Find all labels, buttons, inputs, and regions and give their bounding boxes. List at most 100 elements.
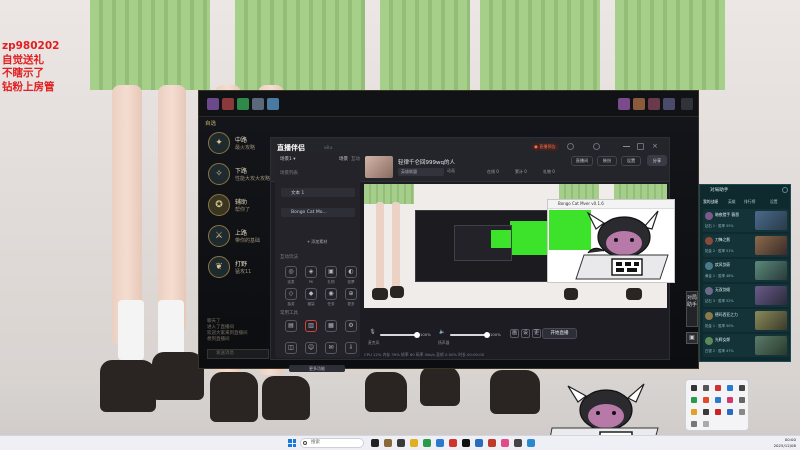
taskbar-app-icon[interactable]	[475, 439, 483, 447]
tray-app-icon[interactable]	[727, 385, 733, 391]
tray-app-icon[interactable]	[691, 421, 697, 427]
champion-icon[interactable]	[648, 98, 660, 110]
taskbar-app-icon[interactable]	[449, 439, 457, 447]
tool-tile-icon[interactable]: ◫	[285, 342, 297, 354]
message-icon[interactable]	[593, 143, 600, 150]
taskbar-app-icon[interactable]	[462, 439, 470, 447]
collapse-icon[interactable]: ▣	[686, 332, 698, 344]
list-item[interactable]: 德玛西亚之力 铂金 1 · 胜率 50%	[703, 309, 789, 332]
decorate-button[interactable]: 装扮	[597, 156, 617, 166]
settings-icon[interactable]	[681, 98, 693, 110]
scene-item[interactable]: 文本 1	[281, 188, 355, 197]
list-item[interactable]: 疾风剑豪 黄金 1 · 胜率 48%	[703, 259, 789, 282]
add-source-button[interactable]: + 添加素材	[287, 238, 347, 246]
minimize-icon[interactable]	[623, 143, 630, 147]
microphone-icon[interactable]: 🎙	[368, 329, 377, 338]
interact-tile-icon[interactable]: ▣	[325, 266, 337, 278]
match-assistant-panel[interactable]: 对局助手 我的战绩 英雄 排行榜 设置 暗夜猎手 薇恩 钻石 1 · 胜率 55…	[699, 184, 791, 362]
taskbar-app-icon[interactable]	[501, 439, 509, 447]
tray-app-icon[interactable]	[703, 397, 709, 403]
champion-icon[interactable]	[618, 98, 630, 110]
tray-app-icon[interactable]	[691, 397, 697, 403]
taskbar-search-input[interactable]: 搜索	[300, 438, 364, 448]
role-bot[interactable]: ✧ 下路 性能大攻大攻略	[208, 163, 270, 189]
taskbar-app-icon[interactable]	[423, 439, 431, 447]
tray-app-icon[interactable]	[739, 397, 745, 403]
share-button[interactable]: 分享	[647, 155, 667, 166]
tab-my-record[interactable]: 我的战绩	[703, 198, 718, 205]
game-chat-input[interactable]: 发送消息	[207, 349, 269, 359]
config-button[interactable]: 设	[521, 329, 530, 338]
interact-tile-icon[interactable]: ◎	[285, 266, 297, 278]
live-preview-badge[interactable]: ● 直播预告	[531, 143, 559, 151]
tray-app-icon[interactable]	[715, 385, 721, 391]
tray-app-icon[interactable]	[691, 409, 697, 415]
tray-app-icon[interactable]	[715, 409, 721, 415]
role-mid[interactable]: ✦ 中路 最火攻略	[208, 132, 268, 158]
tray-app-icon[interactable]	[703, 409, 709, 415]
champion-icon[interactable]	[252, 98, 264, 110]
list-item[interactable]: 暗夜猎手 薇恩 钻石 1 · 胜率 55%	[703, 209, 789, 232]
avatar-icon[interactable]	[567, 143, 574, 150]
champion-icon[interactable]	[267, 98, 279, 110]
champion-icon[interactable]	[633, 98, 645, 110]
interact-tile-icon[interactable]: ⊕	[345, 288, 357, 300]
champion-icon[interactable]	[663, 98, 675, 110]
speaker-volume-slider[interactable]	[450, 332, 490, 338]
room-title[interactable]: 轻律千仑回999wq的人	[398, 158, 455, 166]
tray-app-icon[interactable]	[727, 409, 733, 415]
list-item[interactable]: 无双剑姬 钻石 3 · 胜率 52%	[703, 284, 789, 307]
scene-selector[interactable]: 场景1 ▾	[280, 156, 296, 162]
tray-app-icon[interactable]	[703, 385, 709, 391]
taskbar-app-icon[interactable]	[384, 439, 392, 447]
role-support[interactable]: ✪ 辅助 帮你了	[208, 194, 268, 220]
tool-tile-icon[interactable]: ▦	[325, 320, 337, 332]
tray-app-icon[interactable]	[739, 409, 745, 415]
interact-tile-icon[interactable]: ◆	[305, 288, 317, 300]
tool-tile-icon[interactable]: ✉	[325, 342, 337, 354]
tab-interact[interactable]: 互动	[351, 156, 360, 162]
list-item[interactable]: 光辉女郎 白银 2 · 胜率 47%	[703, 334, 789, 357]
scene-item[interactable]: Bongo Cat Mo...	[281, 208, 355, 217]
taskbar-app-icon[interactable]	[410, 439, 418, 447]
bongo-cat-window[interactable]: Bongo Cat Mver v0.1.6	[547, 199, 675, 283]
interact-tile-icon[interactable]: ◉	[325, 288, 337, 300]
tool-tile-icon[interactable]: ☺	[305, 342, 317, 354]
tab-settings[interactable]: 设置	[770, 198, 778, 205]
match-assistant-tab[interactable]: 对局助手	[686, 291, 698, 327]
tray-app-icon[interactable]	[739, 385, 745, 391]
taskbar-clock[interactable]: 00:00 2025/12/08	[756, 437, 796, 449]
tray-app-icon[interactable]	[703, 421, 709, 427]
mic-volume-slider[interactable]	[380, 332, 420, 338]
tool-tile-icon[interactable]: ▥	[305, 320, 317, 332]
taskbar-app-icon[interactable]	[397, 439, 405, 447]
more-features-button[interactable]: 更多功能	[289, 365, 345, 372]
close-icon[interactable]	[782, 187, 788, 193]
list-item[interactable]: 刀锋之影 铂金 2 · 胜率 51%	[703, 234, 789, 257]
interact-tile-icon[interactable]: ◐	[345, 266, 357, 278]
tray-app-icon[interactable]	[727, 397, 733, 403]
tray-app-icon[interactable]	[715, 397, 721, 403]
taskbar-app-icon[interactable]	[488, 439, 496, 447]
tool-tile-icon[interactable]: ⇩	[345, 342, 357, 354]
settings-button[interactable]: 设置	[621, 156, 641, 166]
taskbar-app-icon[interactable]	[371, 439, 379, 447]
champion-icon[interactable]	[237, 98, 249, 110]
start-live-button[interactable]: 开始直播	[542, 328, 577, 339]
interact-tile-icon[interactable]: ◇	[285, 288, 297, 300]
tab-scene[interactable]: 场景	[339, 156, 348, 162]
interact-tile-icon[interactable]: ◈	[305, 266, 317, 278]
role-jungle[interactable]: ❦ 打野 猛攻11	[208, 256, 268, 282]
tab-rank[interactable]: 排行榜	[744, 198, 755, 205]
close-icon[interactable]: ×	[652, 143, 659, 150]
screen-button[interactable]: 画	[510, 329, 519, 338]
maximize-icon[interactable]	[637, 143, 644, 150]
extra-button[interactable]: 更	[532, 329, 541, 338]
tray-app-icon[interactable]	[691, 385, 697, 391]
tool-tile-icon[interactable]: ▤	[285, 320, 297, 332]
taskbar-app-icon[interactable]	[436, 439, 444, 447]
champion-icon[interactable]	[207, 98, 219, 110]
live-room-button[interactable]: 直播间	[571, 156, 593, 166]
taskbar-app-icon[interactable]	[527, 439, 535, 447]
room-category[interactable]: 英雄联盟	[398, 168, 444, 176]
